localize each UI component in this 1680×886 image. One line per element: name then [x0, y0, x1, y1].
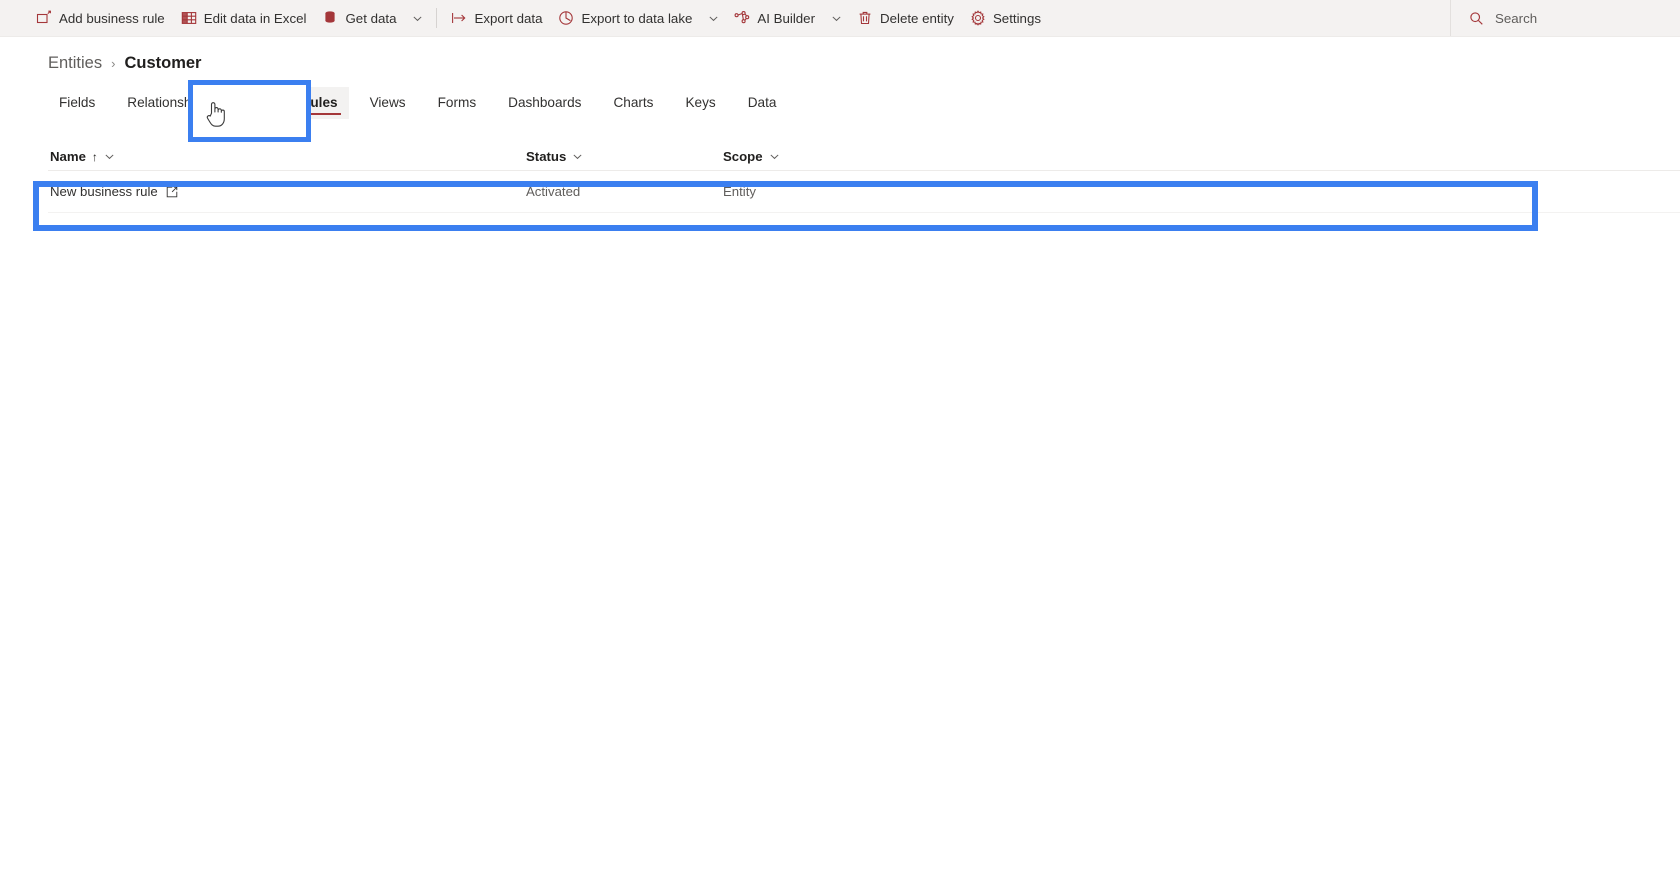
export-to-data-lake-button[interactable]: Export to data lake [550, 0, 700, 36]
page-title: Customer [124, 54, 202, 72]
ai-builder-icon [734, 10, 750, 26]
open-in-new-icon[interactable] [166, 186, 178, 198]
tab-data[interactable]: Data [737, 96, 788, 119]
excel-icon [181, 10, 197, 26]
delete-entity-button[interactable]: Delete entity [849, 0, 962, 36]
tab-label: Fields [59, 95, 96, 111]
ai-builder-chevron-down-icon[interactable] [823, 0, 849, 36]
get-data-chevron-down-icon[interactable] [404, 0, 430, 36]
command-label: AI Builder [757, 10, 816, 26]
column-header-status[interactable]: Status [524, 149, 721, 164]
page-content: Entities › Customer Fields Relationships… [0, 37, 1680, 213]
business-rule-name: New business rule [50, 184, 158, 199]
settings-button[interactable]: Settings [962, 0, 1049, 36]
tab-keys[interactable]: Keys [674, 96, 726, 119]
column-header-scope[interactable]: Scope [721, 149, 921, 164]
add-business-rule-button[interactable]: Add business rule [28, 0, 173, 36]
tab-label: Data [747, 95, 777, 111]
tab-forms[interactable]: Forms [427, 96, 488, 119]
business-rules-list: Name ↑ Status Scope New business rule Ac… [48, 143, 1680, 213]
tab-label: Keys [685, 95, 716, 111]
command-bar: Add business rule Edit data in Excel Get… [0, 0, 1680, 37]
export-icon [451, 10, 467, 26]
chevron-down-icon[interactable] [769, 151, 780, 162]
command-label: Export data [474, 10, 543, 26]
scope-value: Entity [723, 184, 756, 199]
tab-relationships[interactable]: Relationships [116, 96, 220, 119]
tab-label: Views [369, 95, 406, 111]
tab-business-rules[interactable]: Business rules [229, 87, 349, 119]
command-label: Get data [345, 10, 397, 26]
tab-dashboards[interactable]: Dashboards [497, 96, 592, 119]
command-label: Export to data lake [581, 10, 693, 26]
gear-icon [970, 10, 986, 26]
command-label: Settings [992, 10, 1041, 26]
database-icon [322, 10, 338, 26]
list-header-row: Name ↑ Status Scope [48, 143, 1680, 171]
tab-label: Forms [437, 95, 477, 111]
cell-scope: Entity [721, 184, 921, 199]
column-label: Scope [723, 149, 763, 164]
add-business-rule-icon [36, 10, 52, 26]
tab-fields[interactable]: Fields [48, 96, 106, 119]
command-label: Add business rule [59, 10, 165, 26]
tab-label: Business rules [240, 95, 338, 111]
column-label: Status [526, 149, 567, 164]
tab-label: Charts [613, 95, 654, 111]
command-label: Edit data in Excel [203, 10, 307, 26]
column-label: Name [50, 149, 86, 164]
list-rows: New business rule Activated Entity [48, 171, 1680, 213]
sort-ascending-icon: ↑ [91, 149, 98, 164]
search-box[interactable] [1469, 9, 1660, 27]
entity-tabs: Fields Relationships Business rules View… [48, 85, 1680, 119]
tab-label: Relationships [127, 95, 209, 111]
status-badge: Activated [526, 184, 581, 199]
table-row[interactable]: New business rule Activated Entity [48, 171, 1680, 213]
chevron-down-icon[interactable] [104, 151, 115, 162]
data-lake-icon [558, 10, 574, 26]
command-label: Delete entity [880, 10, 954, 26]
tab-label: Dashboards [508, 95, 582, 111]
breadcrumb-separator-icon: › [111, 56, 116, 71]
column-header-name[interactable]: Name ↑ [48, 149, 524, 164]
edit-data-in-excel-button[interactable]: Edit data in Excel [173, 0, 315, 36]
search-icon [1469, 11, 1484, 26]
search-input[interactable] [1493, 9, 1660, 27]
tab-charts[interactable]: Charts [602, 96, 664, 119]
get-data-button[interactable]: Get data [314, 0, 404, 36]
command-bar-commands: Add business rule Edit data in Excel Get… [0, 0, 1450, 36]
export-to-data-lake-chevron-down-icon[interactable] [700, 0, 726, 36]
breadcrumb-entities-link[interactable]: Entities [48, 54, 102, 73]
command-separator [436, 8, 438, 28]
ai-builder-button[interactable]: AI Builder [726, 0, 823, 36]
search-region [1450, 0, 1680, 36]
trash-icon [857, 10, 873, 26]
export-data-button[interactable]: Export data [443, 0, 550, 36]
cell-name[interactable]: New business rule [48, 184, 524, 199]
breadcrumb: Entities › Customer [48, 37, 1680, 73]
chevron-down-icon[interactable] [572, 151, 583, 162]
tab-views[interactable]: Views [359, 96, 417, 119]
cell-status: Activated [524, 184, 721, 199]
